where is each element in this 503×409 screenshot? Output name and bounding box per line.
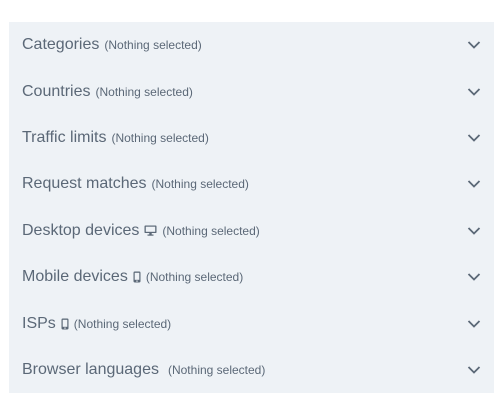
filter-status: (Nothing selected) bbox=[111, 130, 209, 145]
mobile-icon bbox=[61, 318, 69, 330]
filter-row-traffic-limits[interactable]: Traffic limits (Nothing selected) bbox=[9, 115, 494, 161]
filter-status: (Nothing selected) bbox=[73, 316, 172, 331]
filter-status: (Nothing selected) bbox=[104, 38, 202, 53]
filter-accordion: Categories (Nothing selected) Countries … bbox=[9, 22, 494, 393]
chevron-down-icon[interactable] bbox=[467, 87, 481, 96]
chevron-down-icon[interactable] bbox=[467, 41, 481, 50]
filter-row-isps[interactable]: ISPs (Nothing selected) bbox=[9, 300, 494, 346]
filter-status: (Nothing selected) bbox=[145, 270, 244, 285]
filter-title: Countries bbox=[22, 82, 91, 100]
filter-title: Browser languages bbox=[22, 360, 159, 378]
filter-title: Desktop devices bbox=[22, 221, 140, 239]
filter-row-countries[interactable]: Countries (Nothing selected) bbox=[9, 68, 494, 114]
filter-status: (Nothing selected) bbox=[151, 177, 249, 192]
filter-title: Mobile devices bbox=[22, 268, 128, 286]
filter-row-browser-languages[interactable]: Browser languages (Nothing selected) bbox=[9, 347, 494, 393]
chevron-down-icon[interactable] bbox=[467, 273, 481, 282]
filter-title: Categories bbox=[22, 36, 100, 54]
filter-row-desktop-devices[interactable]: Desktop devices (Nothing selected) bbox=[9, 208, 494, 254]
filter-row-request-matches[interactable]: Request matches (Nothing selected) bbox=[9, 161, 494, 207]
filter-row-mobile-devices[interactable]: Mobile devices (Nothing selected) bbox=[9, 254, 494, 300]
filter-row-categories[interactable]: Categories (Nothing selected) bbox=[9, 22, 494, 68]
chevron-down-icon[interactable] bbox=[467, 133, 481, 142]
chevron-down-icon[interactable] bbox=[467, 365, 481, 374]
filter-status: (Nothing selected) bbox=[167, 362, 266, 377]
filter-title: ISPs bbox=[22, 314, 56, 332]
filter-status: (Nothing selected) bbox=[162, 223, 260, 238]
chevron-down-icon[interactable] bbox=[467, 226, 481, 235]
chevron-down-icon[interactable] bbox=[467, 180, 481, 189]
filter-status: (Nothing selected) bbox=[95, 84, 193, 99]
filter-title: Request matches bbox=[22, 175, 147, 193]
desktop-icon bbox=[144, 225, 157, 236]
mobile-icon bbox=[133, 271, 141, 283]
chevron-down-icon[interactable] bbox=[467, 319, 481, 328]
filter-title: Traffic limits bbox=[22, 128, 107, 146]
